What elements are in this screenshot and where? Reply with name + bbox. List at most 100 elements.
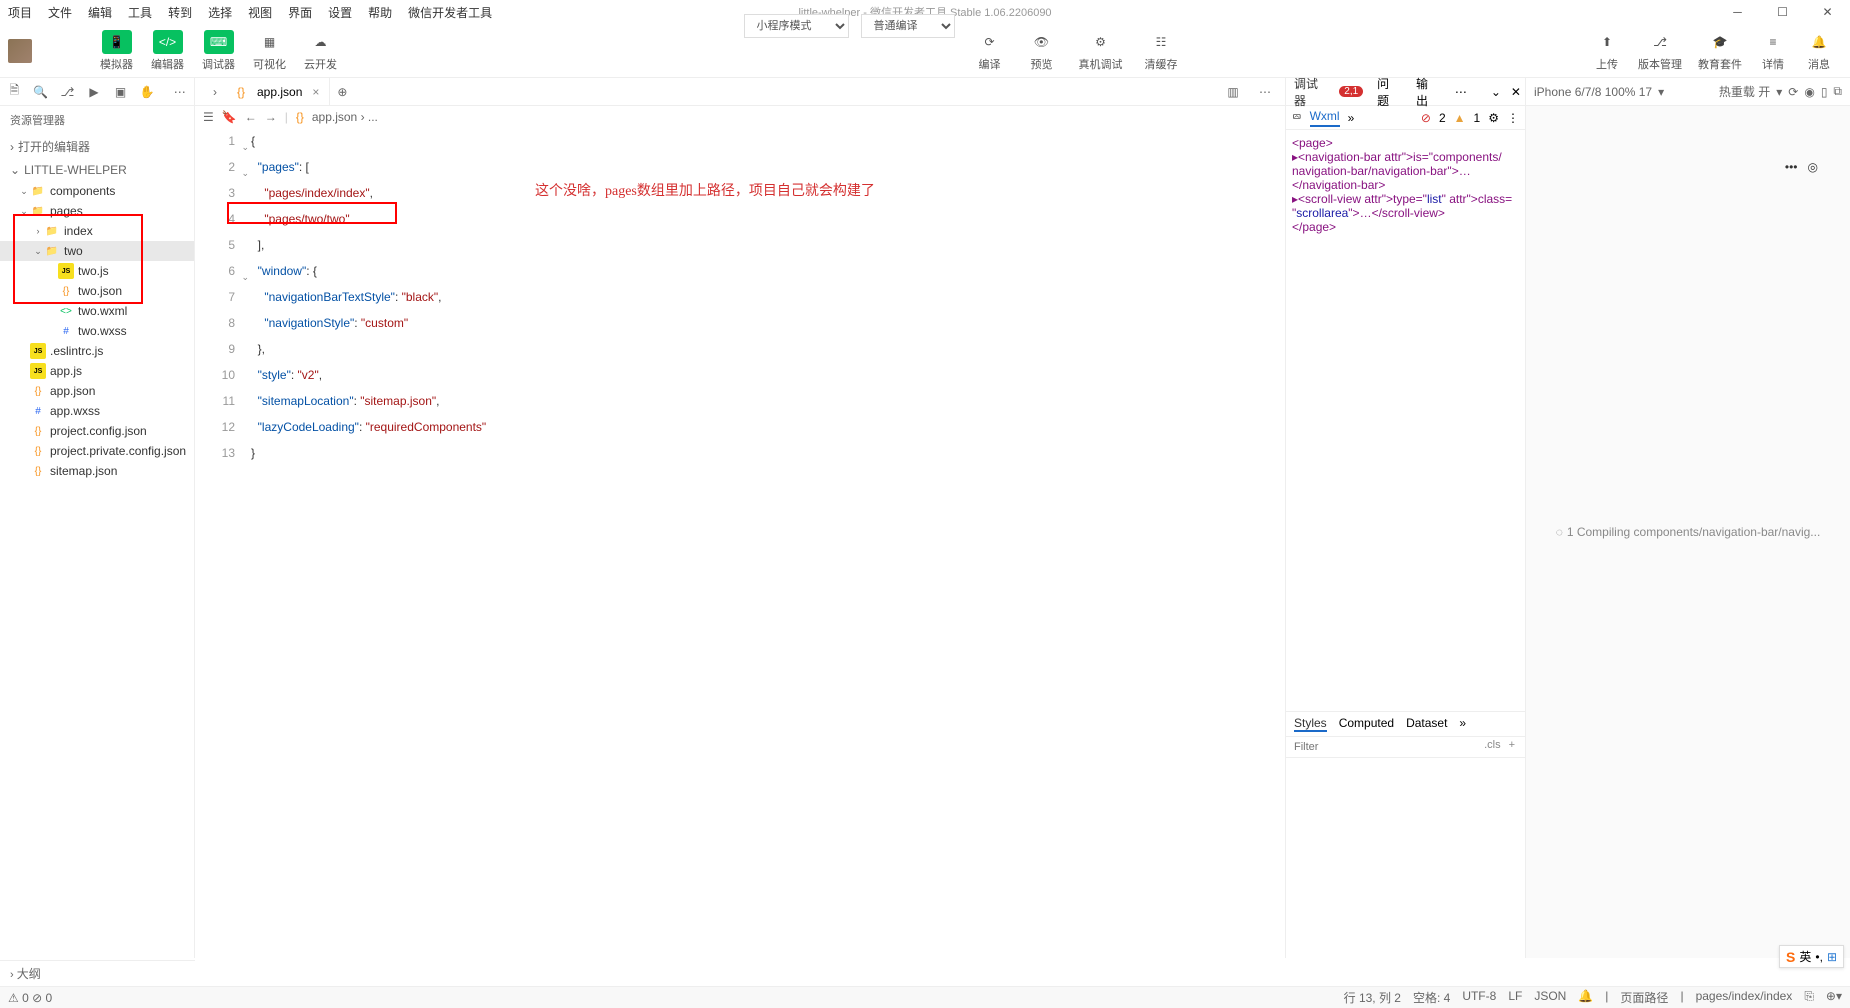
tree-item-app.json[interactable]: {}app.json [0, 381, 194, 401]
status-eol[interactable]: LF [1508, 989, 1522, 1006]
tree-item-project.private.config.json[interactable]: {}project.private.config.json [0, 441, 194, 461]
more-tabs-icon[interactable]: ⋯ [1253, 80, 1277, 104]
tree-item-sitemap.json[interactable]: {}sitemap.json [0, 461, 194, 481]
menu-settings[interactable]: 设置 [328, 4, 352, 21]
ime-indicator[interactable]: S 英 •,⊞ [1779, 945, 1844, 968]
tab-add-icon[interactable]: ⊕ [330, 80, 354, 104]
tree-item-two.wxss[interactable]: #two.wxss [0, 321, 194, 341]
breadcrumb-path[interactable]: app.json › ... [312, 110, 378, 124]
tree-item-two[interactable]: ⌄📁two [0, 241, 194, 261]
editor-button[interactable]: </>编辑器 [143, 30, 192, 72]
fwd-icon[interactable]: → [265, 110, 277, 124]
tree-item-project.config.json[interactable]: {}project.config.json [0, 421, 194, 441]
pv-reload-icon[interactable]: ⟳ [1788, 85, 1798, 99]
upload-button[interactable]: ⬆上传 [1584, 30, 1630, 72]
pv-phone-icon[interactable]: ▯ [1821, 85, 1828, 99]
status-pos[interactable]: 行 13, 列 2 [1344, 989, 1401, 1006]
outline-section[interactable]: › 大纲 [0, 960, 195, 986]
dbg-tab-issues[interactable]: 问题 [1373, 75, 1402, 109]
version-button[interactable]: ⎇版本管理 [1630, 30, 1690, 72]
tab-appjson[interactable]: {} app.json × [227, 78, 330, 105]
tree-item-app.js[interactable]: JSapp.js [0, 361, 194, 381]
menu-tool[interactable]: 工具 [128, 4, 152, 21]
close-button[interactable]: ✕ [1805, 0, 1850, 24]
compile-button[interactable]: ⟳编译 [967, 30, 1013, 72]
styles-more-icon[interactable]: » [1459, 716, 1466, 732]
debug-icon[interactable]: ▶ [84, 80, 105, 104]
add-style-icon[interactable]: + [1505, 739, 1519, 755]
menu-goto[interactable]: 转到 [168, 4, 192, 21]
edu-button[interactable]: 🎓教育套件 [1690, 30, 1750, 72]
open-editors-section[interactable]: ›打开的编辑器 [0, 134, 194, 159]
dbg-tab-output[interactable]: 输出 [1412, 75, 1441, 109]
tree-item-.eslintrc.js[interactable]: JS.eslintrc.js [0, 341, 194, 361]
detail-button[interactable]: ≡详情 [1750, 30, 1796, 72]
dbg-close-icon[interactable]: ✕ [1511, 85, 1521, 99]
preview-button[interactable]: 👁预览 [1019, 30, 1065, 72]
tree-item-index[interactable]: ›📁index [0, 221, 194, 241]
status-errors[interactable]: ⚠ 0 ⊘ 0 [8, 991, 52, 1005]
maximize-button[interactable]: ☐ [1760, 0, 1805, 24]
cls-toggle[interactable]: .cls [1480, 739, 1505, 755]
mode-select[interactable]: 小程序模式 [744, 14, 849, 38]
pv-rec-icon[interactable]: ◉ [1804, 85, 1814, 99]
clearcache-button[interactable]: ☷清缓存 [1137, 30, 1186, 72]
debugger-button[interactable]: ⌨调试器 [194, 30, 243, 72]
code-editor[interactable]: ⌄1⌄2345⌄678910111213 { "pages": [ "pages… [195, 128, 1285, 958]
compile-select[interactable]: 普通编译 [861, 14, 955, 38]
status-path[interactable]: pages/index/index [1696, 989, 1793, 1006]
pv-menu-icon[interactable]: ••• [1785, 160, 1798, 174]
tree-item-app.wxss[interactable]: #app.wxss [0, 401, 194, 421]
menu-help[interactable]: 帮助 [368, 4, 392, 21]
copy-icon[interactable]: ⎘ [1804, 989, 1814, 1006]
avatar[interactable] [8, 39, 32, 63]
menu-wechat[interactable]: 微信开发者工具 [408, 4, 492, 21]
status-lang[interactable]: JSON [1534, 989, 1566, 1006]
filter-input[interactable] [1292, 739, 1480, 755]
cloud-button[interactable]: ☁云开发 [296, 30, 345, 72]
wxml-tab[interactable]: Wxml [1310, 109, 1340, 127]
dbg-tab-main[interactable]: 调试器 [1290, 75, 1329, 109]
tab-left-icon[interactable]: › [203, 80, 227, 104]
ext-icon[interactable]: ▣ [110, 80, 131, 104]
tree-item-two.js[interactable]: JStwo.js [0, 261, 194, 281]
menu-select[interactable]: 选择 [208, 4, 232, 21]
minimize-button[interactable]: ─ [1715, 0, 1760, 24]
menu-project[interactable]: 项目 [8, 4, 32, 21]
bookmark-icon[interactable]: 🔖 [222, 110, 237, 124]
dbg-expand-icon[interactable]: » [1348, 111, 1355, 125]
menu-file[interactable]: 文件 [48, 4, 72, 21]
tree-item-two.json[interactable]: {}two.json [0, 281, 194, 301]
dbg-more-icon[interactable]: ⋯ [1451, 85, 1471, 99]
inspect-icon[interactable]: ⮹ [1292, 110, 1302, 125]
device-select[interactable]: iPhone 6/7/8 100% 17 [1534, 85, 1652, 99]
pv-target-icon[interactable]: ◎ [1808, 160, 1818, 174]
kebab-icon[interactable]: ⋮ [1507, 111, 1519, 125]
status-spaces[interactable]: 空格: 4 [1413, 989, 1450, 1006]
list-icon[interactable]: ☰ [203, 110, 214, 124]
back-icon[interactable]: ← [245, 110, 257, 124]
hand-icon[interactable]: ✋ [137, 80, 158, 104]
gear-icon[interactable]: ⚙ [1488, 111, 1499, 125]
hotreload-select[interactable]: 热重载 开 [1719, 83, 1770, 100]
styles-tab[interactable]: Styles [1294, 716, 1327, 732]
status-bell-icon[interactable]: 🔔 [1578, 989, 1593, 1006]
git-icon[interactable]: ⎇ [57, 80, 78, 104]
menu-edit[interactable]: 编辑 [88, 4, 112, 21]
pv-pop-icon[interactable]: ⧉ [1833, 84, 1842, 99]
tree-item-two.wxml[interactable]: <>two.wxml [0, 301, 194, 321]
explorer-icon[interactable]: 🗎 [4, 80, 25, 104]
status-enc[interactable]: UTF-8 [1462, 989, 1496, 1006]
search-icon[interactable]: 🔍 [31, 80, 52, 104]
menu-ui[interactable]: 界面 [288, 4, 312, 21]
computed-tab[interactable]: Computed [1339, 716, 1394, 732]
split-icon[interactable]: ▥ [1221, 80, 1245, 104]
realdebug-button[interactable]: ⚙真机调试 [1071, 30, 1131, 72]
visual-button[interactable]: ▦可视化 [245, 30, 294, 72]
message-button[interactable]: 🔔消息 [1796, 30, 1842, 72]
simulator-button[interactable]: 📱模拟器 [92, 30, 141, 72]
status-end-icon[interactable]: ⊕▾ [1826, 989, 1842, 1006]
menu-view[interactable]: 视图 [248, 4, 272, 21]
dbg-chevron-icon[interactable]: ⌄ [1491, 85, 1501, 99]
tree-item-pages[interactable]: ⌄📁pages [0, 201, 194, 221]
